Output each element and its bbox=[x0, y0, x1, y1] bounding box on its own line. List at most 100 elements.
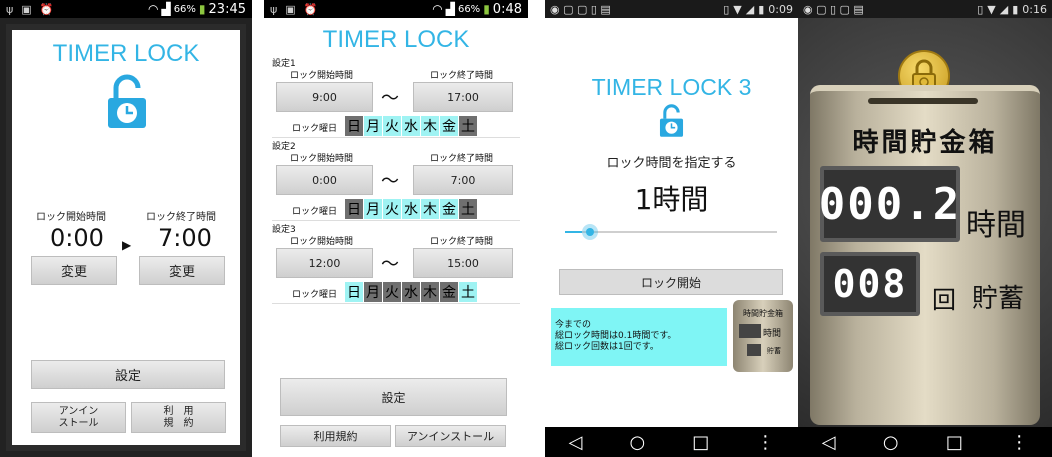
count-value: 008 bbox=[832, 262, 908, 306]
settings-button[interactable]: 設定 bbox=[280, 378, 507, 416]
slider-fill bbox=[565, 231, 582, 233]
tilde-separator: 〜 bbox=[381, 88, 399, 109]
usb-icon: ψ bbox=[6, 2, 14, 16]
vibrate-icon: ▯ bbox=[977, 2, 984, 16]
back-button[interactable]: ◁ bbox=[569, 432, 583, 453]
mini-hours-unit: 時間 bbox=[763, 329, 782, 339]
status-bar: ◉ ▢ ▯ ▢ ▤ ▯ ▼ ◢ ▮ 0:16 bbox=[798, 0, 1052, 18]
arrow-right-icon: ▶ bbox=[122, 238, 132, 252]
lock-icon bbox=[106, 74, 148, 130]
notification-icons: ◉ ▢ ▯ ▢ ▤ bbox=[803, 2, 864, 16]
app-title: TIMER LOCK bbox=[322, 26, 470, 53]
wifi-icon: ▼ bbox=[987, 2, 996, 16]
day-toggle[interactable]: 水 bbox=[402, 282, 421, 302]
day-toggle[interactable]: 火 bbox=[383, 282, 402, 302]
status-bar: ◉ ▢ ▢ ▯ ▤ ▯ ▼ ◢ ▮ 0:09 bbox=[545, 0, 798, 18]
day-toggle[interactable]: 月 bbox=[364, 282, 383, 302]
battery-icon: ▮ bbox=[758, 2, 765, 16]
uninstall-button[interactable]: アンインストール bbox=[395, 425, 506, 447]
day-toggle[interactable]: 木 bbox=[421, 199, 440, 219]
menu-button[interactable]: ⋮ bbox=[756, 432, 774, 453]
start-time-label: ロック開始時間 bbox=[290, 154, 354, 164]
mini-bank-thumbnail[interactable]: 時間貯金箱 時間 貯蓄 bbox=[733, 300, 793, 372]
screen-timer-lock-v1: ψ ▣ ⏰ ◠ ▟ 66% ▮ 23:45 TIMER LOCK ロック開始時間… bbox=[0, 0, 252, 457]
day-toggle[interactable]: 火 bbox=[383, 199, 402, 219]
alarm-icon: ⏰ bbox=[303, 2, 318, 16]
day-toggle[interactable]: 日 bbox=[345, 199, 364, 219]
day-toggle[interactable]: 金 bbox=[440, 282, 459, 302]
notification-icons: ◉ ▢ ▢ ▯ ▤ bbox=[550, 2, 611, 16]
start-time-button[interactable]: 12:00 bbox=[276, 248, 373, 278]
screen-timer-lock-v2: ψ ▣ ⏰ ◠ ▟ 66% ▮ 0:48 TIMER LOCK 設定1 ロック開始… bbox=[264, 0, 528, 457]
menu-button[interactable]: ⋮ bbox=[1010, 432, 1028, 453]
recent-apps-button[interactable]: □ bbox=[946, 432, 963, 453]
end-time-value: 7:00 bbox=[158, 224, 212, 252]
day-toggle[interactable]: 水 bbox=[402, 116, 421, 136]
stats-info-box: 今までの 総ロック時間は0.1時間です。 総ロック回数は1回です。 bbox=[551, 308, 727, 366]
battery-icon: ▮ bbox=[483, 2, 490, 16]
change-end-button[interactable]: 変更 bbox=[139, 256, 225, 285]
divider bbox=[272, 220, 520, 221]
clock: 0:48 bbox=[492, 1, 522, 17]
back-button[interactable]: ◁ bbox=[822, 432, 836, 453]
clock: 0:16 bbox=[1022, 2, 1047, 16]
start-lock-button[interactable]: ロック開始 bbox=[559, 269, 783, 295]
day-toggle[interactable]: 土 bbox=[459, 199, 478, 219]
duration-prompt: ロック時間を指定する bbox=[606, 156, 737, 171]
mini-count-unit: 貯蓄 bbox=[767, 347, 781, 355]
start-time-value: 0:00 bbox=[50, 224, 104, 252]
duration-slider[interactable] bbox=[565, 224, 777, 240]
day-toggle[interactable]: 火 bbox=[383, 116, 402, 136]
alarm-icon: ⏰ bbox=[39, 2, 54, 16]
end-time-label: ロック終了時間 bbox=[430, 154, 494, 164]
end-time-label: ロック終了時間 bbox=[430, 237, 494, 247]
terms-button[interactable]: 利用規約 bbox=[280, 425, 391, 447]
app-content: TIMER LOCK ロック開始時間 ロック終了時間 0:00 ▶ 7:00 変… bbox=[12, 30, 240, 445]
divider bbox=[272, 303, 520, 304]
day-toggle[interactable]: 日 bbox=[345, 116, 364, 136]
coin-slot bbox=[868, 98, 978, 104]
mini-hours-display bbox=[739, 324, 761, 338]
tilde-separator: 〜 bbox=[381, 171, 399, 192]
duration-value: 1時間 bbox=[634, 183, 709, 216]
app-title: TIMER LOCK 3 bbox=[591, 74, 752, 100]
day-toggle[interactable]: 土 bbox=[459, 116, 478, 136]
recent-apps-button[interactable]: □ bbox=[692, 432, 709, 453]
day-selector: 日月火水木金土 bbox=[345, 199, 478, 219]
start-time-button[interactable]: 9:00 bbox=[276, 82, 373, 112]
screen-time-bank: ◉ ▢ ▯ ▢ ▤ ▯ ▼ ◢ ▮ 0:16 時間貯金箱 000.2 時間 00… bbox=[798, 0, 1052, 457]
day-toggle[interactable]: 水 bbox=[402, 199, 421, 219]
start-time-button[interactable]: 0:00 bbox=[276, 165, 373, 195]
day-toggle[interactable]: 月 bbox=[364, 116, 383, 136]
clock: 23:45 bbox=[208, 1, 246, 17]
home-button[interactable]: ○ bbox=[629, 432, 645, 453]
day-toggle[interactable]: 金 bbox=[440, 116, 459, 136]
terms-button[interactable]: 利 用 規 約 bbox=[131, 402, 226, 433]
settings-button[interactable]: 設定 bbox=[31, 360, 225, 389]
end-time-button[interactable]: 7:00 bbox=[413, 165, 513, 195]
usb-icon: ψ bbox=[270, 2, 278, 16]
slider-thumb[interactable] bbox=[581, 224, 598, 240]
app-title: TIMER LOCK bbox=[52, 40, 200, 67]
lock-days-label: ロック曜日 bbox=[292, 290, 338, 300]
day-toggle[interactable]: 月 bbox=[364, 199, 383, 219]
uninstall-button[interactable]: アンイン ストール bbox=[31, 402, 126, 433]
day-toggle[interactable]: 木 bbox=[421, 282, 440, 302]
hours-display: 000.2 bbox=[818, 166, 962, 242]
wifi-icon: ◠ bbox=[432, 2, 443, 16]
end-time-button[interactable]: 17:00 bbox=[413, 82, 513, 112]
day-toggle[interactable]: 土 bbox=[459, 282, 478, 302]
day-toggle[interactable]: 木 bbox=[421, 116, 440, 136]
status-bar: ψ ▣ ⏰ ◠ ▟ 66% ▮ 23:45 bbox=[0, 0, 252, 18]
lock-days-label: ロック曜日 bbox=[292, 207, 338, 217]
day-toggle[interactable]: 金 bbox=[440, 199, 459, 219]
hours-value: 000.2 bbox=[818, 178, 962, 230]
day-selector: 日月火水木金土 bbox=[345, 282, 478, 302]
day-toggle[interactable]: 日 bbox=[345, 282, 364, 302]
change-start-button[interactable]: 変更 bbox=[31, 256, 117, 285]
stats-line-2: 総ロック時間は0.1時間です。 bbox=[555, 331, 677, 341]
home-button[interactable]: ○ bbox=[883, 432, 899, 453]
end-time-button[interactable]: 15:00 bbox=[413, 248, 513, 278]
tilde-separator: 〜 bbox=[381, 254, 399, 275]
day-selector: 日月火水木金土 bbox=[345, 116, 478, 136]
